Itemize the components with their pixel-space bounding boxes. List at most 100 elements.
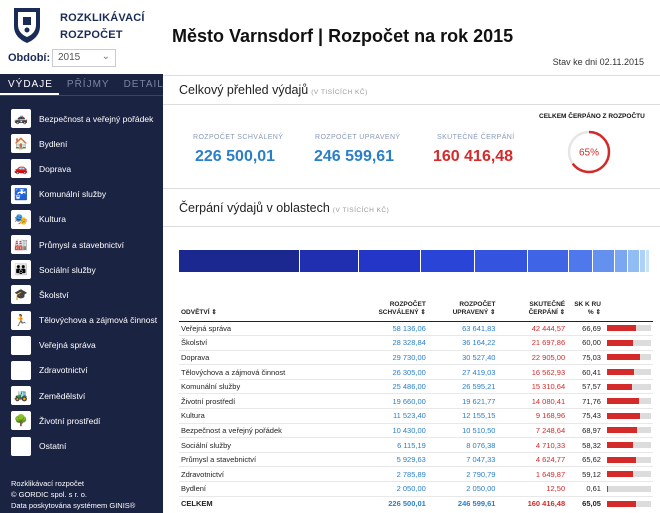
- stacked-bar-segment[interactable]: [528, 250, 570, 272]
- col-header-pct[interactable]: SK K RU % ⇕: [567, 293, 603, 322]
- sidebar-item[interactable]: 🚜 Zemědělství: [0, 383, 163, 408]
- gauge-percent-text: 65%: [579, 148, 599, 159]
- sidebar-item[interactable]: ❤ Zdravotnictví: [0, 358, 163, 383]
- sidebar-item[interactable]: 🏭 Průmysl a stavebnictví: [0, 232, 163, 257]
- sidebar-item-label: Komunální služby: [39, 189, 107, 200]
- tab-vydaje[interactable]: VÝDAJE: [0, 74, 59, 95]
- sidebar-item[interactable]: 👪 Sociální služby: [0, 257, 163, 282]
- cell-name: Zdravotnictví: [179, 466, 357, 483]
- stacked-bar-segment[interactable]: [475, 250, 529, 272]
- progress-bar-fill: [606, 471, 633, 478]
- cell-progress: [602, 437, 653, 453]
- divider: [163, 104, 660, 105]
- cell-progress: [602, 452, 653, 468]
- stacked-bar-segment[interactable]: [614, 250, 628, 272]
- stacked-bar-segment[interactable]: [645, 250, 650, 272]
- app-brand[interactable]: ROZKLIKÁVACÍ ROZPOČET: [60, 10, 145, 44]
- cell-progress: [602, 423, 653, 439]
- stacked-bar-segment[interactable]: [627, 250, 640, 272]
- table-row[interactable]: Bezpečnost a veřejný pořádek 10 430,00 10 …: [179, 423, 653, 439]
- progress-bar-fill: [606, 500, 636, 507]
- sidebar-item[interactable]: 🚗 Doprava: [0, 156, 163, 181]
- sidebar-item-label: Zemědělství: [39, 390, 86, 401]
- progress-bar-fill: [606, 339, 634, 346]
- sidebar-item[interactable]: 🏠 Bydlení: [0, 131, 163, 156]
- cell-pct: 58,32: [567, 437, 603, 453]
- cell-skut: 160 416,48: [527, 499, 566, 509]
- footer-provider[interactable]: Data poskytována systémem GINIS®: [11, 500, 135, 511]
- stacked-bar-segment[interactable]: [299, 250, 359, 272]
- sidebar-item[interactable]: 🌳 Životní prostředí: [0, 408, 163, 433]
- sidebar-item-label: Doprava: [39, 163, 72, 174]
- stacked-bar-segment[interactable]: [179, 250, 300, 272]
- footer-copyright[interactable]: © GORDIC spol. s r. o.: [11, 489, 135, 500]
- people-icon: 👪: [11, 260, 31, 280]
- stacked-bar-segment[interactable]: [569, 250, 594, 272]
- stacked-bar-segment[interactable]: [593, 250, 615, 272]
- areas-unit: (V TISÍCÍCH KČ): [332, 207, 390, 214]
- stacked-bar-segment[interactable]: [420, 250, 476, 272]
- sidebar-item[interactable]: 🏛 Veřejná správa: [0, 333, 163, 358]
- sort-icon: ⇕: [559, 308, 566, 316]
- col-header-odvetvi[interactable]: ODVĚTVÍ ⇕: [179, 293, 357, 322]
- cell-name: CELKEM: [181, 499, 213, 509]
- progress-bar: [606, 383, 651, 390]
- sidebar-tabs: VÝDAJE PŘÍJMY DETAIL: [0, 74, 163, 96]
- table-row[interactable]: Komunální služby 25 486,00 26 595,21 15 310…: [179, 379, 653, 395]
- stacked-bar-segment[interactable]: [358, 250, 421, 272]
- table-row[interactable]: Tělovýchova a zájmová činnost 26 305,00 27…: [179, 364, 653, 380]
- cell-name: Životní prostředí: [179, 393, 357, 410]
- cell-pct: 71,76: [567, 393, 603, 410]
- period-select[interactable]: 2015 ⌄: [52, 49, 116, 67]
- kpi-schvaleny-value: 226 500,01: [195, 148, 276, 165]
- cell-skut: 12,50: [497, 481, 568, 497]
- tractor-icon: 🚜: [11, 386, 31, 406]
- table-row[interactable]: Školství 28 328,84 36 164,22 21 697,86 60,00: [179, 335, 653, 351]
- progress-bar: [606, 500, 651, 507]
- cell-upr: 27 419,03: [427, 364, 498, 380]
- period-label: Období:: [8, 52, 51, 64]
- overview-title: Celkový přehled výdajů (V TISÍCÍCH KČ): [179, 83, 368, 97]
- cell-progress: [602, 350, 653, 366]
- table-row[interactable]: Životní prostředí 19 660,00 19 621,77 14 08…: [179, 393, 653, 410]
- sidebar-item[interactable]: 🎓 Školství: [0, 282, 163, 307]
- col-header-upraveny[interactable]: ROZPOČET UPRAVENÝ ⇕: [427, 293, 498, 322]
- total-percent-label: CELKEM ČERPÁNO Z ROZPOČTU: [539, 113, 645, 120]
- table-row[interactable]: Veřejná správa 58 136,06 63 641,83 42 444,5…: [179, 321, 653, 337]
- sidebar-menu: 🚓 Bezpečnost a veřejný pořádek 🏠 Bydlení 🚗 Do…: [0, 106, 163, 459]
- brand-line-2: ROZPOČET: [60, 29, 123, 41]
- progress-bar: [606, 442, 651, 449]
- cell-progress: [602, 481, 653, 497]
- cell-schv: 29 730,00: [356, 350, 428, 366]
- tab-prijmy[interactable]: PŘÍJMY: [59, 74, 116, 95]
- cell-upr: 2 050,00: [427, 481, 498, 497]
- cell-progress: [602, 466, 653, 483]
- col-header-odvetvi-label: ODVĚTVÍ: [181, 308, 210, 316]
- tab-detail[interactable]: DETAIL: [116, 74, 170, 95]
- cell-name: Bezpečnost a veřejný pořádek: [179, 423, 357, 439]
- sidebar-item[interactable]: 🏃 Tělovýchova a zájmová činnost: [0, 308, 163, 333]
- table-row[interactable]: Bydlení 2 050,00 2 050,00 12,50 0,61: [179, 481, 653, 497]
- table-row[interactable]: Průmysl a stavebnictví 5 929,63 7 047,33 4 …: [179, 452, 653, 468]
- col-header-schvaleny[interactable]: ROZPOČET SCHVÁLENÝ ⇕: [356, 293, 428, 322]
- cell-name: Kultura: [179, 408, 357, 424]
- kpi-upraveny-label: ROZPOČET UPRAVENÝ: [315, 134, 401, 141]
- sidebar-item[interactable]: 🎭 Kultura: [0, 207, 163, 232]
- sidebar-item[interactable]: 🚓 Bezpečnost a veřejný pořádek: [0, 106, 163, 131]
- cell-skut: 4 624,77: [497, 452, 568, 468]
- table-row[interactable]: Kultura 11 523,40 12 155,15 9 168,96 75,43: [179, 408, 653, 424]
- cell-progress: [602, 321, 653, 337]
- cell-skut: 16 562,93: [497, 364, 568, 380]
- table-row[interactable]: Doprava 29 730,00 30 527,40 22 905,00 75,03: [179, 350, 653, 366]
- cell-name: Tělovýchova a zájmová činnost: [179, 364, 357, 380]
- table-row[interactable]: Zdravotnictví 2 785,89 2 790,79 1 649,87 59,…: [179, 466, 653, 483]
- page-title: Město Varnsdorf | Rozpočet na rok 2015: [172, 26, 514, 46]
- footer-app-name[interactable]: Rozklikávací rozpočet: [11, 478, 135, 489]
- sidebar-item[interactable]: ⚙ Ostatní: [0, 433, 163, 458]
- progress-bar: [606, 325, 651, 332]
- table-row[interactable]: Sociální služby 6 115,19 8 076,38 4 710,33 5…: [179, 437, 653, 453]
- col-header-skutecne[interactable]: SKUTEČNÉ ČERPÁNÍ ⇕: [497, 293, 568, 322]
- cell-schv: 28 328,84: [356, 335, 428, 351]
- sidebar-item[interactable]: 🚰 Komunální služby: [0, 182, 163, 207]
- cell-skut: 21 697,86: [497, 335, 568, 351]
